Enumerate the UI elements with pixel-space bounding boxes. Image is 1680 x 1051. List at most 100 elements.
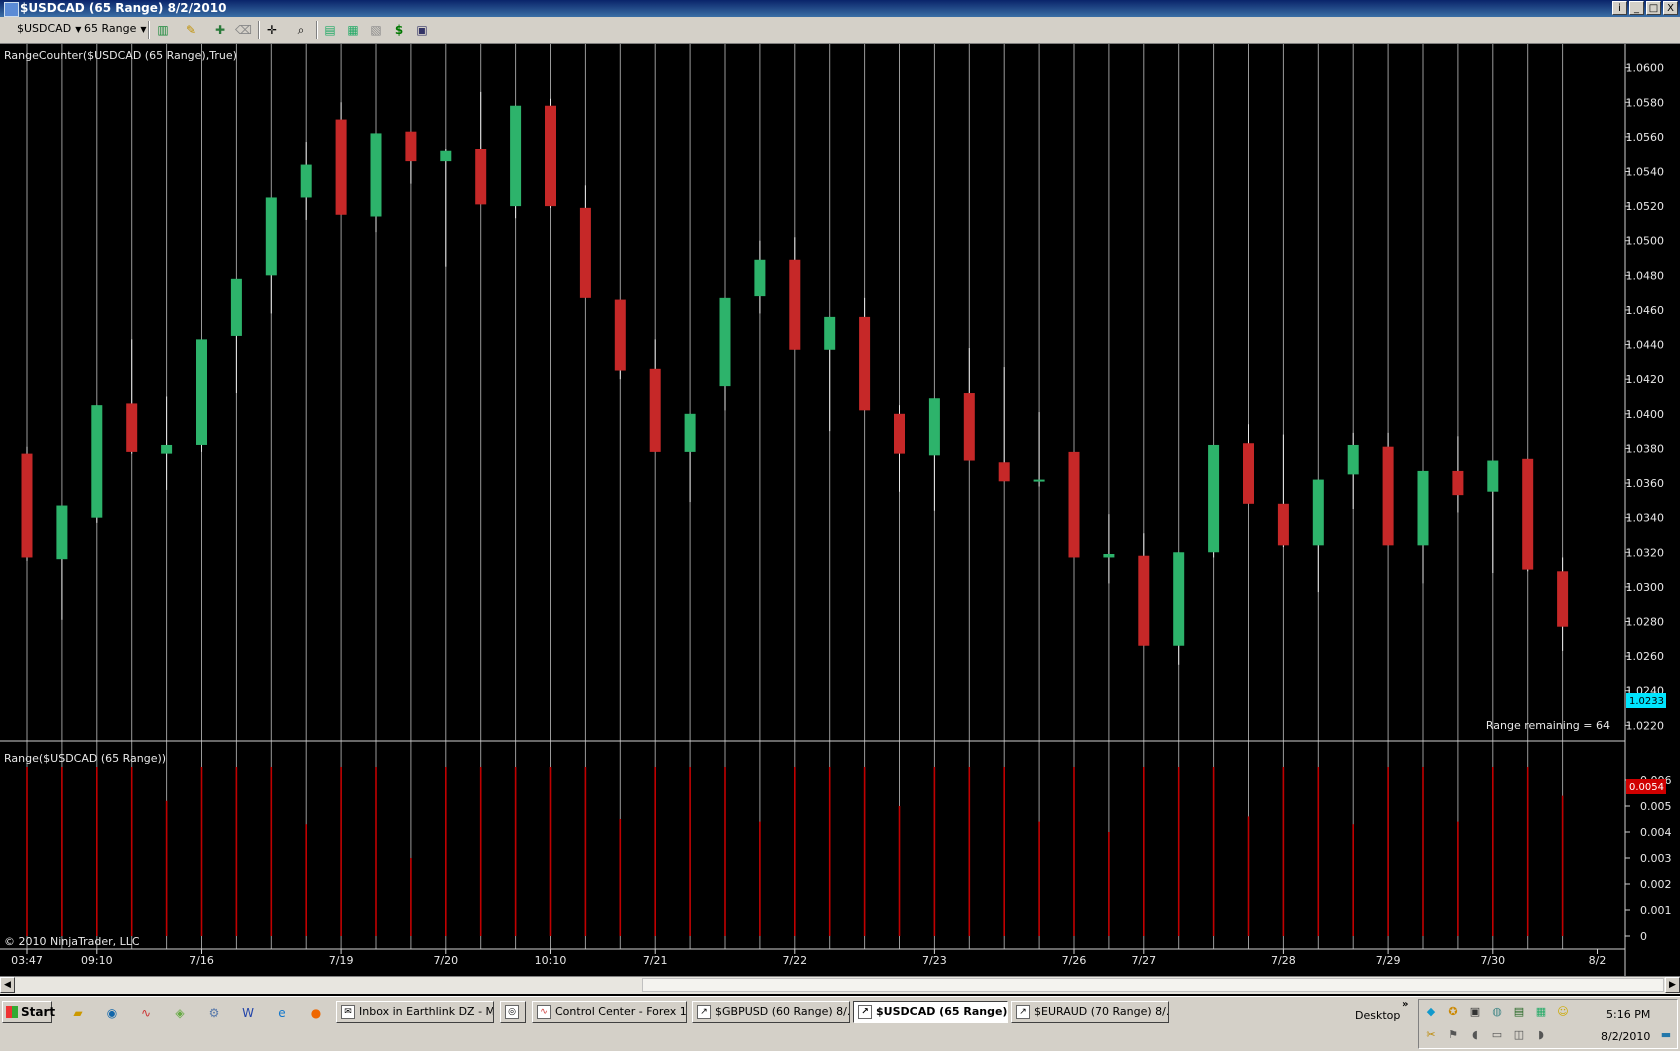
time-axis[interactable]: 03:47 09:10 7/16 7/19 7/20 10:10 7/21 7/22 7/23 7… [0, 948, 1625, 967]
taskbar-button-app[interactable]: ◎ [500, 1001, 526, 1023]
tray-icon-2[interactable]: ✪ [1446, 1005, 1460, 1019]
candle-body [510, 105, 522, 207]
show-desktop-icon[interactable]: ▬ [1659, 1028, 1673, 1042]
indicators-icon[interactable]: ▦ [345, 22, 361, 38]
period-selector[interactable]: 65 Range ▼ [84, 22, 147, 35]
candle-body [475, 149, 487, 205]
windows-logo-icon [6, 1006, 18, 1018]
candle-body [824, 316, 836, 350]
tools-icon[interactable]: ⚙ [206, 1005, 222, 1021]
taskbar-button-inbox[interactable]: ✉ Inbox in Earthlink DZ - Mi... [336, 1001, 494, 1023]
tray-icon-3[interactable]: ▣ [1468, 1005, 1482, 1019]
taskbar-button-label: $USDCAD (65 Range) ... [876, 1005, 1008, 1018]
app-icon[interactable]: ∿ [138, 1005, 154, 1021]
chart-scrollbar[interactable]: ◀ ▶ [0, 976, 1680, 994]
price-tick-label: 1.0400 [1626, 408, 1665, 421]
flag-icon[interactable]: ⚑ [1446, 1028, 1460, 1042]
taskbar-button-gbpusd[interactable]: ↗ $GBPUSD (60 Range) 8/... [692, 1001, 850, 1023]
candle-body [1312, 479, 1324, 546]
last-price-value: 1.0233 [1629, 696, 1664, 707]
network-icon[interactable]: ◈ [172, 1005, 188, 1021]
tray-icon-7[interactable]: ☺ [1556, 1005, 1570, 1019]
data-box-icon[interactable]: ▣ [414, 22, 430, 38]
taskbar: Start ▰ ◉ ∿ ◈ ⚙ W e ● ✉ Inbox in Earthlin… [0, 996, 1680, 1051]
crosshair-icon[interactable]: ✛ [264, 22, 280, 38]
maximize-button[interactable]: □ [1646, 1, 1661, 15]
scroll-left-button[interactable]: ◀ [0, 977, 15, 993]
strategies-icon[interactable]: ▧ [368, 22, 384, 38]
candle-body [998, 462, 1010, 482]
browser-icon[interactable]: ◉ [104, 1005, 120, 1021]
clock-time[interactable]: 5:16 PM [1606, 1008, 1650, 1021]
taskbar-button-control-center[interactable]: ∿ Control Center - Forex 1 [532, 1001, 687, 1023]
candle-body [579, 207, 591, 298]
chevron-down-icon: ▼ [140, 25, 147, 34]
candle-body [894, 413, 905, 454]
tray-icon-5[interactable]: ▤ [1512, 1005, 1526, 1019]
pin-icon[interactable]: ✚ [212, 22, 228, 38]
candle-body [126, 403, 138, 452]
start-button[interactable]: Start [2, 1001, 55, 1023]
tray-icon-1[interactable]: ◆ [1424, 1005, 1438, 1019]
network-icon[interactable]: ◫ [1512, 1028, 1526, 1042]
app-icon: ◎ [505, 1005, 519, 1019]
tray-icon-6[interactable]: ▦ [1534, 1005, 1548, 1019]
candle-body [1417, 470, 1429, 546]
speaker-icon[interactable]: ◖ [1468, 1028, 1482, 1042]
properties-icon[interactable]: ▤ [322, 22, 338, 38]
info-button[interactable]: i [1612, 1, 1627, 15]
price-tick-label: 1.0480 [1626, 269, 1665, 282]
range-tick-label: 0.002 [1640, 878, 1672, 891]
toolbar-chevron[interactable]: » [1402, 999, 1408, 1010]
chart-area[interactable]: 1.0220 1.0240 1.0260 1.0280 1.0300 1.0320 1.03… [0, 44, 1680, 980]
chart-canvas[interactable]: 1.02201.02401.02601.02801.03001.03201.03… [0, 44, 1680, 976]
candle-body [91, 405, 103, 518]
zoom-icon[interactable]: ⌕ [293, 22, 309, 38]
price-tick-label: 1.0360 [1626, 477, 1665, 490]
candle-body [1138, 555, 1150, 646]
word-icon[interactable]: W [240, 1005, 256, 1021]
price-tick-label: 1.0460 [1626, 304, 1665, 317]
desktop-toolbar-label[interactable]: Desktop [1355, 1009, 1400, 1022]
candle-body [1347, 444, 1359, 475]
instrument-selector[interactable]: $USDCAD ▼ [17, 22, 81, 35]
clock-date[interactable]: 8/2/2010 [1601, 1030, 1650, 1043]
candle-body [335, 119, 347, 215]
scroll-right-button[interactable]: ▶ [1665, 977, 1680, 993]
window-title: $USDCAD (65 Range) 8/2/2010 [20, 1, 227, 15]
scroll-thumb[interactable] [642, 978, 1664, 992]
chart-icon: ↗ [697, 1005, 711, 1019]
candle-body [1557, 571, 1569, 627]
close-button[interactable]: X [1663, 1, 1678, 15]
range-tick-label: 0.004 [1640, 826, 1672, 839]
time-tick-label: 7/28 [1271, 954, 1296, 967]
price-axis[interactable]: 1.02201.02401.02601.02801.03001.03201.03… [1625, 62, 1664, 733]
monitor-icon[interactable]: ▭ [1490, 1028, 1504, 1042]
ie-icon[interactable]: e [274, 1005, 290, 1021]
bar-style-icon[interactable]: ▥ [155, 22, 171, 38]
candle-body [649, 368, 661, 452]
candle-body [1277, 503, 1289, 546]
taskbar-button-usdcad[interactable]: ↗ $USDCAD (65 Range) ... [853, 1001, 1008, 1023]
price-tick-label: 1.0580 [1626, 96, 1665, 109]
time-tick-label: 8/2 [1589, 954, 1607, 967]
eraser-icon[interactable]: ⌫ [235, 22, 252, 38]
range-axis[interactable]: 00.0010.0020.0030.0040.0050.006 [1625, 774, 1672, 943]
firefox-icon[interactable]: ● [308, 1005, 324, 1021]
candle-body [859, 316, 871, 411]
candle-body [1243, 443, 1254, 504]
drawing-pencil-icon[interactable]: ✎ [183, 22, 199, 38]
range-remaining-label: Range remaining = 64 [1486, 719, 1610, 732]
candle-body [300, 164, 312, 198]
folder-icon[interactable]: ▰ [70, 1005, 86, 1021]
volume-icon[interactable]: ◗ [1534, 1028, 1548, 1042]
taskbar-button-euraud[interactable]: ↗ $EURAUD (70 Range) 8/... [1011, 1001, 1169, 1023]
price-tick-label: 1.0500 [1626, 235, 1665, 248]
order-dollar-icon[interactable]: $ [391, 22, 407, 38]
tray-icon-8[interactable]: ✂ [1424, 1028, 1438, 1042]
tray-icon-4[interactable]: ◍ [1490, 1005, 1504, 1019]
candle-body [1103, 554, 1115, 558]
candle-body [789, 259, 801, 350]
ninjatrader-icon: ∿ [537, 1005, 551, 1019]
minimize-button[interactable]: _ [1629, 1, 1644, 15]
